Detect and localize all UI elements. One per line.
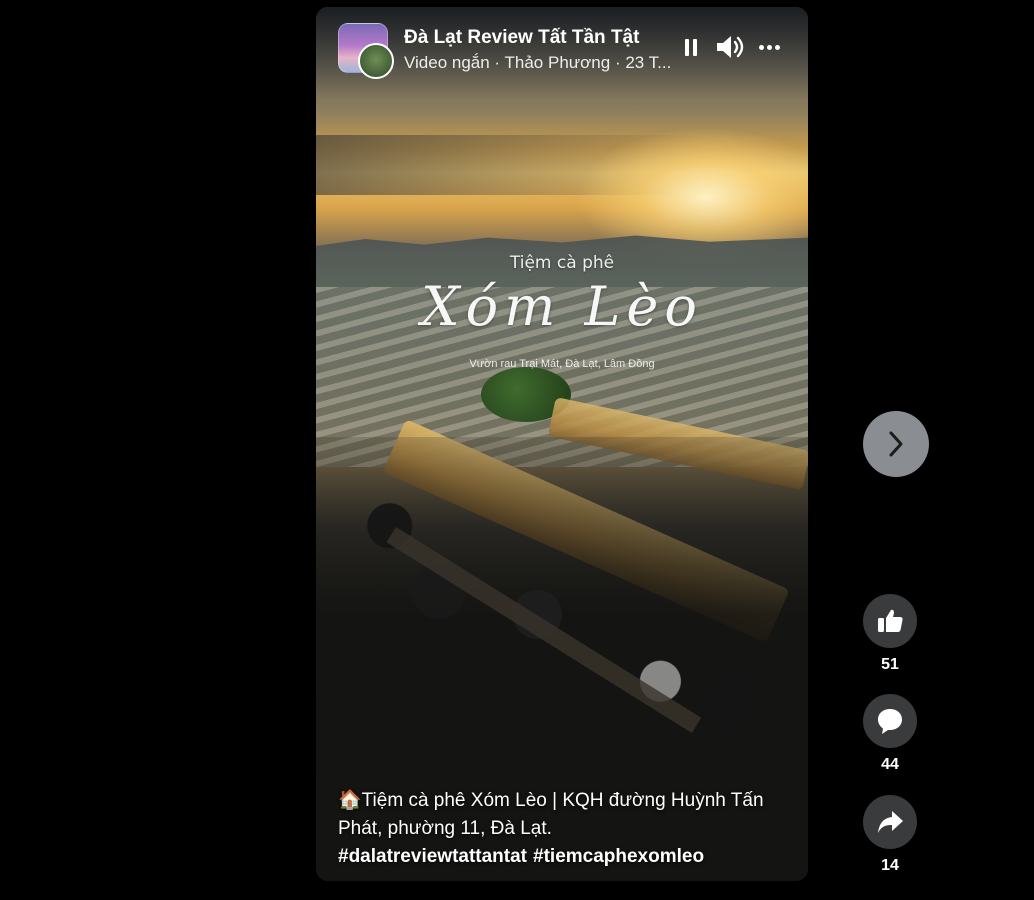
video-overlay-title: Xóm Lèo [421, 275, 703, 338]
like-count: 51 [881, 656, 899, 673]
thumbs-up-icon [878, 609, 903, 632]
author-avatar[interactable] [358, 43, 394, 79]
pause-button[interactable] [680, 35, 702, 59]
hashtag-link[interactable]: #tiemcaphexomleo [533, 846, 704, 867]
more-icon [766, 44, 772, 50]
video-caption: 🏠Tiệm cà phê Xóm Lèo | KQH đường Huỳnh T… [338, 787, 778, 871]
comment-count: 44 [881, 756, 899, 773]
caption-hashtags: #dalatreviewtattantat #tiemcaphexomleo [338, 843, 778, 871]
chevron-right-icon [889, 431, 903, 457]
share-action: 14 [863, 795, 917, 875]
reels-viewer: Tiệm cà phê Xóm Lèo Vườn rau Trại Mát, Đ… [0, 0, 1034, 900]
video-overlay-subtitle: Tiệm cà phê [509, 253, 615, 273]
volume-button[interactable] [714, 35, 746, 59]
like-button[interactable] [863, 594, 917, 648]
share-button[interactable] [863, 795, 917, 849]
comment-action: 44 [863, 694, 917, 774]
more-icon [758, 44, 764, 50]
more-options-button[interactable] [756, 35, 782, 59]
volume-icon [717, 36, 744, 58]
share-icon [878, 811, 903, 833]
like-action: 51 [863, 594, 917, 674]
video-meta: Video ngắn · Thảo Phương · 23 T... [404, 53, 672, 72]
caption-text: 🏠Tiệm cà phê Xóm Lèo | KQH đường Huỳnh T… [338, 790, 764, 839]
video-header: Đà Lạt Review Tất Tần Tật Video ngắn · T… [316, 7, 808, 99]
pause-icon [685, 38, 689, 56]
pause-icon [693, 38, 697, 56]
page-name-link[interactable]: Đà Lạt Review Tất Tần Tật [404, 27, 639, 49]
video-player[interactable]: Tiệm cà phê Xóm Lèo Vườn rau Trại Mát, Đ… [316, 7, 808, 881]
comment-icon [878, 709, 902, 734]
next-video-button[interactable] [863, 411, 929, 477]
video-overlay-location: Vườn rau Trại Mát, Đà Lạt, Lâm Đồng [469, 358, 655, 370]
comment-button[interactable] [863, 694, 917, 748]
share-count: 14 [881, 857, 899, 874]
more-icon [774, 44, 780, 50]
hashtag-link[interactable]: #dalatreviewtattantat [338, 846, 527, 867]
